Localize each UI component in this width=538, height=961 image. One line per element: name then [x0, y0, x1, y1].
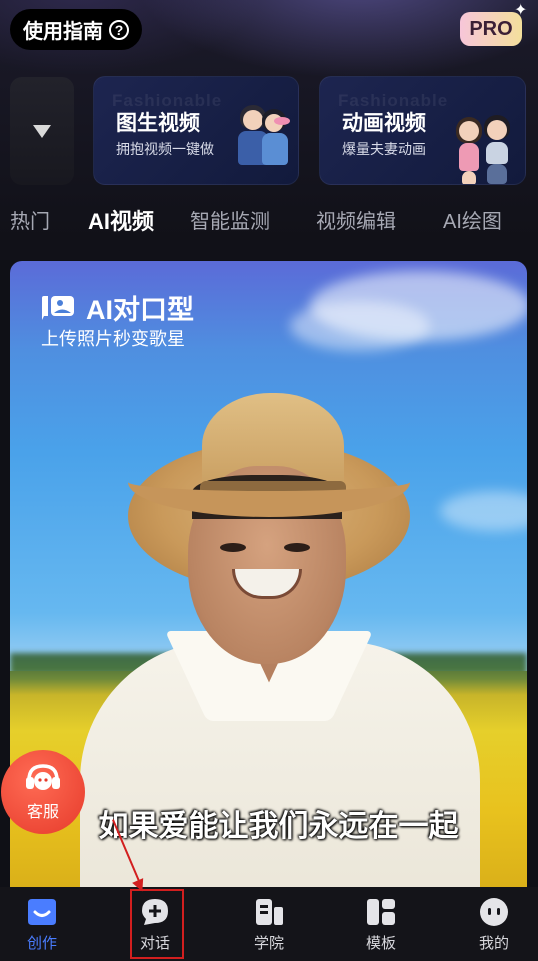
customer-service-label: 客服: [26, 804, 59, 821]
tabbar-label: 创作: [26, 935, 57, 952]
feature-card-image-to-video[interactable]: Fashionable 图生视频 拥抱视频一键做: [93, 76, 299, 185]
tabbar-academy[interactable]: 学院: [229, 887, 309, 961]
headset-icon: [26, 764, 60, 790]
bottom-tab-bar: 创作 对话 学院 模板 我的: [0, 887, 538, 961]
triangle-down-icon: [33, 124, 51, 138]
ai-lipsync-banner[interactable]: AI对口型 上传照片秒变歌星 如果爱能让我们永远在一起: [10, 261, 527, 901]
template-icon: [367, 899, 395, 925]
academy-icon: [256, 899, 283, 925]
lyric-caption: 如果爱能让我们永远在一起: [98, 810, 459, 843]
tab-smart-monitor[interactable]: 智能监测: [190, 205, 270, 234]
banner-subtitle: 上传照片秒变歌星: [41, 329, 185, 349]
tabbar-profile[interactable]: 我的: [454, 887, 534, 961]
feature-card-title: 动画视频: [342, 112, 426, 135]
customer-service-button[interactable]: 客服: [1, 750, 85, 834]
feature-card-animation-video[interactable]: Fashionable 动画视频 爆量夫妻动画: [319, 76, 526, 185]
feature-card-title: 图生视频: [116, 112, 200, 135]
tab-ai-video[interactable]: AI视频: [88, 204, 154, 236]
profile-icon: [480, 898, 508, 926]
feature-card-subtitle: 爆量夫妻动画: [342, 141, 426, 157]
annotation-highlight-box: [130, 889, 184, 959]
photo-chat-icon: [40, 294, 76, 322]
user-guide-button[interactable]: 使用指南 ?: [10, 9, 142, 50]
create-icon: [28, 899, 56, 925]
banner-title: AI对口型: [86, 295, 194, 325]
feature-card-subtitle: 拥抱视频一键做: [116, 141, 214, 157]
couple-illustration: [454, 115, 514, 184]
pro-badge[interactable]: PRO: [460, 12, 522, 46]
expand-toggle[interactable]: [10, 77, 74, 185]
tab-hot[interactable]: 热门: [10, 205, 50, 234]
user-guide-label: 使用指南: [23, 21, 103, 43]
couple-illustration: [234, 103, 294, 173]
tabbar-label: 我的: [478, 935, 509, 952]
tab-video-edit[interactable]: 视频编辑: [316, 205, 396, 234]
tabbar-templates[interactable]: 模板: [341, 887, 421, 961]
help-icon: ?: [109, 19, 129, 40]
tabbar-label: 模板: [365, 935, 396, 952]
tabbar-label: 学院: [253, 935, 284, 952]
cloud: [440, 491, 527, 531]
tab-ai-drawing[interactable]: AI绘图: [443, 205, 502, 234]
category-tabs: 热门 AI视频 智能监测 视频编辑 AI绘图: [0, 205, 538, 245]
cloud: [290, 301, 430, 351]
sparkle-icon: ✦: [514, 2, 528, 19]
tabbar-create[interactable]: 创作: [2, 887, 82, 961]
